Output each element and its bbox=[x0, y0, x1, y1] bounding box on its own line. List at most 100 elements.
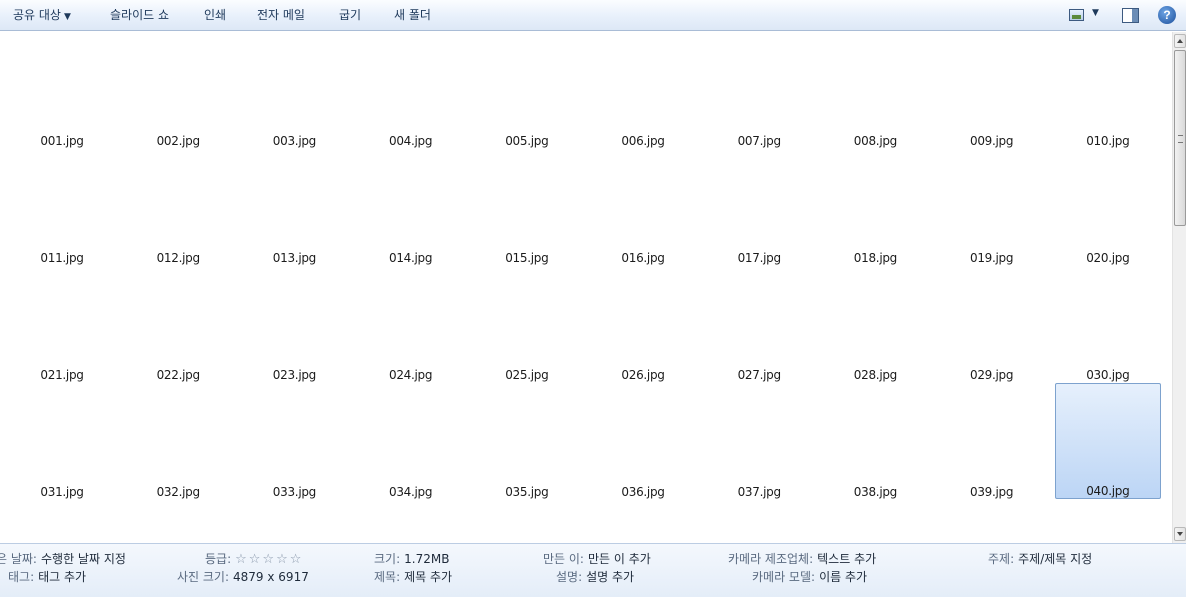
file-item[interactable]: 040.jpg bbox=[1054, 383, 1161, 499]
file-item[interactable]: 036.jpg bbox=[590, 383, 696, 499]
camera-maker-value: 텍스트 추가 bbox=[817, 552, 877, 566]
file-name-label: 040.jpg bbox=[1086, 484, 1130, 498]
file-name-label: 019.jpg bbox=[970, 251, 1014, 265]
file-item[interactable]: 032.jpg bbox=[125, 383, 231, 499]
chevron-down-icon: ▼ bbox=[1092, 8, 1099, 18]
file-item[interactable]: 008.jpg bbox=[822, 32, 928, 148]
change-view-button[interactable]: ▼ bbox=[1066, 7, 1106, 25]
file-name-label: 039.jpg bbox=[970, 485, 1014, 499]
rating-field[interactable]: 등급: ☆☆☆☆☆ bbox=[205, 551, 303, 567]
file-item[interactable]: 013.jpg bbox=[241, 149, 347, 265]
file-name-label: 013.jpg bbox=[272, 251, 316, 265]
file-item[interactable]: 034.jpg bbox=[358, 383, 464, 499]
file-name-label: 018.jpg bbox=[853, 251, 897, 265]
file-item[interactable]: 006.jpg bbox=[590, 32, 696, 148]
slideshow-button[interactable]: 슬라이드 쇼 bbox=[110, 0, 169, 31]
burn-button[interactable]: 굽기 bbox=[339, 0, 361, 31]
camera-model-field[interactable]: 카메라 모델: 이름 추가 bbox=[752, 569, 867, 585]
file-item[interactable]: 035.jpg bbox=[474, 383, 580, 499]
command-bar: 공유 대상 ▼ 슬라이드 쇼 인쇄 전자 메일 굽기 새 폴더 ▼ ? bbox=[0, 0, 1186, 31]
file-item[interactable]: 016.jpg bbox=[590, 149, 696, 265]
file-view[interactable]: 001.jpg 002.jpg 003.jpg 004.jpg 005.jpg 006.j… bbox=[0, 32, 1172, 543]
chevron-down-icon: ▼ bbox=[63, 11, 71, 22]
file-name-label: 015.jpg bbox=[505, 251, 549, 265]
file-item[interactable]: 010.jpg bbox=[1055, 32, 1161, 148]
file-item[interactable]: 017.jpg bbox=[706, 149, 812, 265]
file-name-label: 032.jpg bbox=[156, 485, 200, 499]
rating-stars-icon[interactable]: ☆☆☆☆☆ bbox=[235, 552, 303, 568]
file-name-label: 030.jpg bbox=[1086, 368, 1130, 382]
file-item[interactable]: 012.jpg bbox=[125, 149, 231, 265]
file-item[interactable]: 014.jpg bbox=[358, 149, 464, 265]
file-item[interactable]: 007.jpg bbox=[706, 32, 812, 148]
file-item[interactable]: 025.jpg bbox=[474, 266, 580, 382]
change-view-icon bbox=[1069, 9, 1084, 21]
file-item[interactable]: 005.jpg bbox=[474, 32, 580, 148]
tags-key: 태그: bbox=[8, 570, 35, 584]
file-item[interactable]: 003.jpg bbox=[241, 32, 347, 148]
file-name-label: 031.jpg bbox=[40, 485, 84, 499]
file-item[interactable]: 022.jpg bbox=[125, 266, 231, 382]
file-item[interactable]: 033.jpg bbox=[241, 383, 347, 499]
file-item[interactable]: 015.jpg bbox=[474, 149, 580, 265]
file-name-label: 035.jpg bbox=[505, 485, 549, 499]
file-item[interactable]: 004.jpg bbox=[358, 32, 464, 148]
print-button[interactable]: 인쇄 bbox=[204, 0, 226, 31]
file-item[interactable]: 026.jpg bbox=[590, 266, 696, 382]
size-key: 크기: bbox=[374, 552, 401, 566]
file-item[interactable]: 029.jpg bbox=[939, 266, 1045, 382]
file-item[interactable]: 021.jpg bbox=[9, 266, 115, 382]
share-with-label: 공유 대상 bbox=[13, 7, 61, 22]
new-folder-button[interactable]: 새 폴더 bbox=[394, 0, 431, 31]
file-item[interactable]: 011.jpg bbox=[9, 149, 115, 265]
file-item[interactable]: 018.jpg bbox=[822, 149, 928, 265]
file-name-label: 010.jpg bbox=[1086, 134, 1130, 148]
file-name-label: 020.jpg bbox=[1086, 251, 1130, 265]
details-pane: 은 날짜: 수행한 날짜 지정 태그: 태그 추가 등급: ☆☆☆☆☆ 사진 크기: 4… bbox=[0, 543, 1186, 597]
file-item[interactable]: 038.jpg bbox=[822, 383, 928, 499]
file-item[interactable]: 023.jpg bbox=[241, 266, 347, 382]
author-key: 만든 이: bbox=[543, 552, 584, 566]
file-item[interactable]: 020.jpg bbox=[1055, 149, 1161, 265]
camera-maker-field[interactable]: 카메라 제조업체: 텍스트 추가 bbox=[728, 551, 876, 567]
file-name-label: 007.jpg bbox=[737, 134, 781, 148]
scroll-down-arrow-icon[interactable] bbox=[1174, 527, 1186, 541]
author-field[interactable]: 만든 이: 만든 이 추가 bbox=[543, 551, 651, 567]
file-item[interactable]: 024.jpg bbox=[358, 266, 464, 382]
description-field[interactable]: 설명: 설명 추가 bbox=[556, 569, 634, 585]
share-with-button[interactable]: 공유 대상 ▼ bbox=[13, 0, 71, 31]
description-value: 설명 추가 bbox=[586, 570, 635, 584]
file-item[interactable]: 027.jpg bbox=[706, 266, 812, 382]
file-name-label: 014.jpg bbox=[389, 251, 433, 265]
file-item[interactable]: 001.jpg bbox=[9, 32, 115, 148]
camera-maker-key: 카메라 제조업체: bbox=[728, 552, 814, 566]
file-name-label: 021.jpg bbox=[40, 368, 84, 382]
file-item[interactable]: 031.jpg bbox=[9, 383, 115, 499]
dimensions-key: 사진 크기: bbox=[177, 570, 230, 584]
size-field: 크기: 1.72MB bbox=[374, 551, 449, 567]
email-button[interactable]: 전자 메일 bbox=[257, 0, 305, 31]
help-icon[interactable]: ? bbox=[1158, 6, 1176, 24]
file-item[interactable]: 009.jpg bbox=[939, 32, 1045, 148]
vertical-scrollbar[interactable] bbox=[1172, 32, 1186, 543]
scrollbar-thumb[interactable] bbox=[1174, 50, 1186, 226]
file-item[interactable]: 002.jpg bbox=[125, 32, 231, 148]
title-field[interactable]: 제목: 제목 추가 bbox=[374, 569, 452, 585]
subject-key: 주제: bbox=[988, 552, 1015, 566]
date-taken-value: 수행한 날짜 지정 bbox=[40, 552, 126, 566]
subject-field[interactable]: 주제: 주제/제목 지정 bbox=[988, 551, 1092, 567]
scroll-up-arrow-icon[interactable] bbox=[1174, 34, 1186, 48]
file-item[interactable]: 019.jpg bbox=[939, 149, 1045, 265]
date-taken-field[interactable]: 은 날짜: 수행한 날짜 지정 bbox=[0, 551, 126, 567]
file-item[interactable]: 039.jpg bbox=[939, 383, 1045, 499]
file-item[interactable]: 037.jpg bbox=[706, 383, 812, 499]
size-value: 1.72MB bbox=[404, 552, 450, 566]
preview-pane-icon[interactable] bbox=[1122, 8, 1139, 23]
file-item[interactable]: 028.jpg bbox=[822, 266, 928, 382]
subject-value: 주제/제목 지정 bbox=[1018, 552, 1093, 566]
file-name-label: 033.jpg bbox=[272, 485, 316, 499]
file-name-label: 005.jpg bbox=[505, 134, 549, 148]
file-item[interactable]: 030.jpg bbox=[1055, 266, 1161, 382]
tags-field[interactable]: 태그: 태그 추가 bbox=[8, 569, 86, 585]
date-taken-key: 은 날짜: bbox=[0, 552, 37, 566]
